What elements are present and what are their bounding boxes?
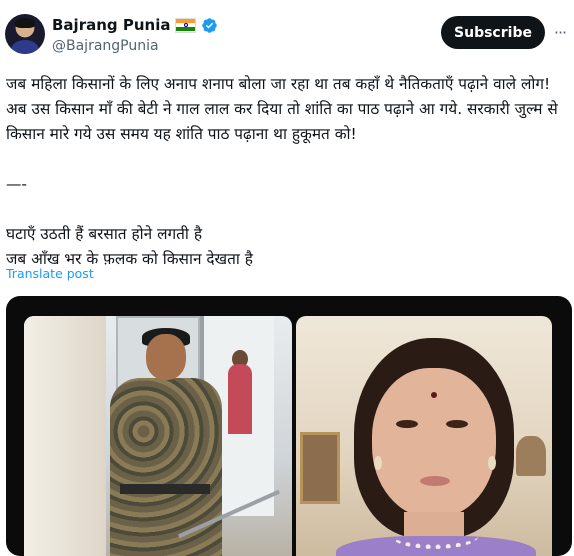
more-options-icon[interactable]: ··· [550, 22, 570, 42]
author-handle[interactable]: @BajrangPunia [52, 38, 159, 54]
author-name-row: Bajrang Punia [52, 15, 218, 35]
post-header: Bajrang Punia @BajrangPunia Subscribe ··… [0, 0, 574, 70]
media-photo-officer[interactable] [24, 316, 292, 556]
post-paragraph: जब महिला किसानों के लिए अनाप शनाप बोला ज… [6, 75, 558, 143]
verified-badge-icon [202, 17, 218, 33]
translate-post-link[interactable]: Translate post [6, 266, 94, 281]
post-separator: —- [6, 175, 27, 193]
verse-line-1: घटाएँ उठती हैं बरसात होने लगती है [6, 225, 202, 243]
subscribe-button[interactable]: Subscribe [441, 16, 545, 49]
post-body: जब महिला किसानों के लिए अनाप शनाप बोला ज… [6, 72, 568, 272]
author-display-name[interactable]: Bajrang Punia [52, 16, 170, 34]
indian-flag-icon [175, 17, 197, 33]
author-avatar[interactable] [5, 14, 45, 54]
media-photo-woman[interactable] [296, 316, 552, 556]
post-media[interactable] [6, 296, 572, 556]
